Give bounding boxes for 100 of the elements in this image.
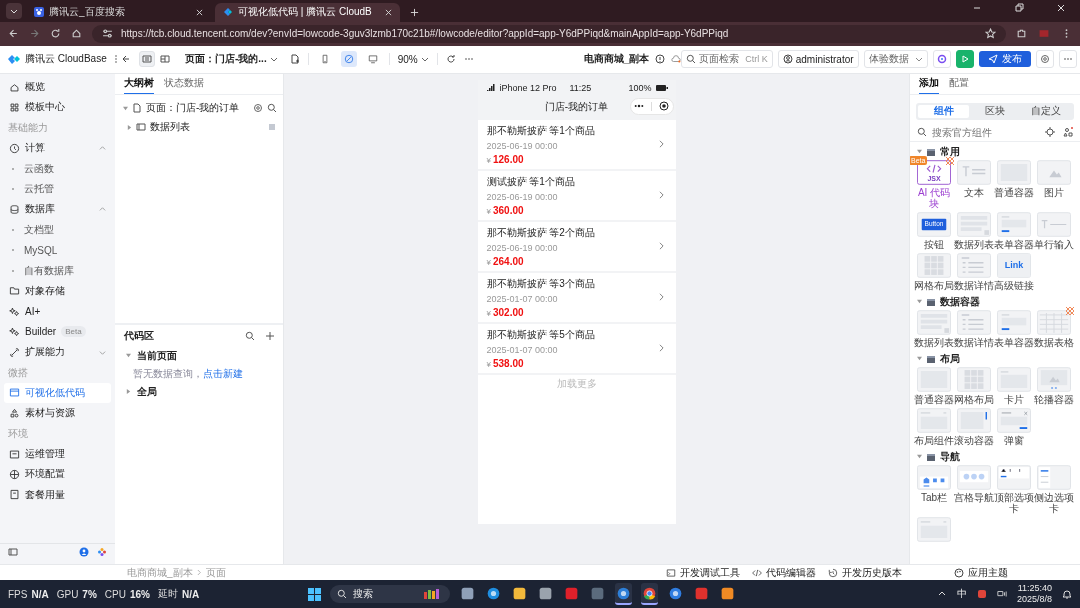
- browser-tab[interactable]: 可视化低代码 | 腾讯云 CloudB: [215, 2, 400, 22]
- cloud-icon[interactable]: [671, 54, 682, 65]
- sidebar-item[interactable]: 模板中心: [4, 97, 111, 118]
- collapse-sidebar-icon[interactable]: [8, 547, 18, 558]
- component-item[interactable]: 网格布局: [954, 366, 994, 405]
- restore-icon[interactable]: [1014, 3, 1024, 13]
- data-select[interactable]: 体验数据: [863, 50, 928, 69]
- info-icon[interactable]: [655, 54, 666, 65]
- taskbar-app[interactable]: [641, 583, 658, 605]
- close-icon[interactable]: [196, 8, 203, 16]
- create-link[interactable]: 点击新建: [203, 366, 243, 381]
- component-item[interactable]: Tab栏: [914, 464, 954, 514]
- new-tab-icon[interactable]: [410, 7, 419, 17]
- shapes-icon[interactable]: [1063, 127, 1073, 138]
- order-card[interactable]: 那不勒斯披萨 等2个商品 2025-06-19 00:00 ¥ 264.00: [477, 221, 676, 271]
- sidebar-subitem[interactable]: MySQL: [4, 240, 111, 261]
- close-icon[interactable]: [385, 8, 392, 16]
- component-item[interactable]: 弹窗: [994, 407, 1034, 446]
- address-bar[interactable]: https://tcb.cloud.tencent.com/dev?envId=lowcode-3guv3lzmb170c21b#/lowcode/editor?appId=app-Y6dPPiqd&mainAppId=app-Y6dPPiqd: [92, 24, 1006, 43]
- browser-tab[interactable]: 腾讯云_百度搜索: [26, 2, 211, 22]
- group-header[interactable]: 导航: [914, 448, 1076, 465]
- component-item[interactable]: 图片: [1034, 159, 1074, 209]
- component-item[interactable]: 普通容器: [914, 366, 954, 405]
- order-card[interactable]: 测试披萨 等1个商品 2025-06-19 00:00 ¥ 360.00: [477, 170, 676, 220]
- sidebar-subitem[interactable]: 云托管: [4, 178, 111, 200]
- add-icon[interactable]: [265, 330, 275, 341]
- flower-icon[interactable]: [97, 547, 107, 558]
- sidebar-item[interactable]: 概览: [4, 76, 111, 98]
- order-card[interactable]: 那不勒斯披萨 等3个商品 2025-01-07 00:00 ¥ 302.00: [477, 272, 676, 322]
- sidebar-item[interactable]: Builder Beta: [4, 321, 111, 342]
- component-item[interactable]: Link 高级链接: [994, 252, 1034, 291]
- panel-tab[interactable]: 配置: [949, 73, 969, 94]
- back-icon[interactable]: [121, 54, 131, 65]
- sidebar-subitem[interactable]: 自有数据库: [4, 260, 111, 281]
- order-card[interactable]: 那不勒斯披萨 等1个商品 2025-06-19 00:00 ¥ 126.00: [477, 119, 676, 169]
- component-item[interactable]: 网格布局: [914, 252, 954, 291]
- sidebar-item[interactable]: 数据库: [4, 199, 111, 220]
- page-select[interactable]: 页面：门店-我的...: [185, 52, 278, 67]
- component-item[interactable]: 表单容器: [994, 309, 1034, 348]
- segment-tab[interactable]: 区块: [969, 104, 1021, 118]
- capsule-menu[interactable]: [629, 97, 674, 115]
- code-group[interactable]: 当前页面: [124, 346, 275, 365]
- component-item[interactable]: 普通容器: [994, 159, 1034, 209]
- windows-start-icon[interactable]: [308, 587, 321, 601]
- reload-icon[interactable]: [50, 28, 61, 40]
- settings-icon[interactable]: [253, 103, 263, 114]
- component-item[interactable]: 侧边选项卡: [1034, 464, 1074, 514]
- group-header[interactable]: 布局: [914, 350, 1076, 367]
- sidebar-item[interactable]: 可视化低代码: [4, 382, 111, 404]
- forward-icon[interactable]: [29, 28, 40, 40]
- sidebar-item[interactable]: 环境配置: [4, 464, 111, 485]
- tab-list-button[interactable]: [6, 2, 22, 19]
- component-item[interactable]: 卡片: [994, 366, 1034, 405]
- target-icon[interactable]: [1045, 127, 1055, 138]
- segment-tab[interactable]: 自定义: [1020, 104, 1072, 118]
- refresh-icon[interactable]: [445, 54, 456, 65]
- component-item[interactable]: 轮播容器: [1034, 366, 1074, 405]
- extensions-icon[interactable]: [1016, 28, 1027, 40]
- code-group[interactable]: 全局: [124, 382, 275, 401]
- search-icon[interactable]: [267, 103, 277, 114]
- app-tray-icon[interactable]: [976, 589, 987, 599]
- component-item[interactable]: 数据表格: [1034, 309, 1074, 348]
- component-item[interactable]: 顶部选项卡: [994, 464, 1034, 514]
- page-search-button[interactable]: 页面检索 Ctrl K: [681, 50, 773, 69]
- component-item[interactable]: 数据详情: [954, 309, 994, 348]
- avatar-icon[interactable]: [79, 547, 89, 558]
- sidebar-item[interactable]: AI+: [4, 301, 111, 322]
- component-item[interactable]: 数据详情: [954, 252, 994, 291]
- preview-button[interactable]: [955, 50, 974, 69]
- component-item[interactable]: 数据列表: [954, 211, 994, 250]
- sidebar-item[interactable]: 套餐用量: [4, 484, 111, 506]
- search-icon[interactable]: [245, 330, 255, 341]
- ai-button[interactable]: [932, 50, 951, 69]
- sidebar-item[interactable]: 对象存储: [4, 280, 111, 302]
- taskbar-app[interactable]: [615, 583, 632, 605]
- star-icon[interactable]: [985, 28, 996, 40]
- input-method[interactable]: 中: [956, 587, 967, 601]
- theme-button[interactable]: 应用主题: [954, 565, 1064, 580]
- sidebar-subitem[interactable]: 云函数: [4, 158, 111, 179]
- component-item[interactable]: 滚动容器: [954, 407, 994, 446]
- component-item[interactable]: 文本: [954, 159, 994, 209]
- component-item[interactable]: 表单容器: [994, 211, 1034, 250]
- sidebar-subitem[interactable]: 文档型: [4, 219, 111, 240]
- group-header[interactable]: 数据容器: [914, 293, 1076, 310]
- panel-tab[interactable]: 添加: [919, 73, 939, 94]
- status-action[interactable]: 开发历史版本: [828, 565, 902, 580]
- panel-tab[interactable]: 状态数据: [164, 73, 204, 94]
- tree-node[interactable]: 数据列表: [123, 117, 277, 137]
- sidebar-item[interactable]: 扩展能力: [4, 341, 111, 363]
- settings-button[interactable]: [1035, 50, 1054, 69]
- home-icon[interactable]: [71, 28, 82, 40]
- component-item[interactable]: 数据列表: [914, 309, 954, 348]
- taskbar-search[interactable]: 搜索: [330, 585, 450, 603]
- tree-node[interactable]: 页面：门店-我的订单: [123, 98, 277, 118]
- status-action[interactable]: 代码编辑器: [752, 565, 816, 580]
- notification-icon[interactable]: [1062, 589, 1072, 599]
- clock[interactable]: 11:25:40 2025/8/8: [1016, 583, 1052, 605]
- sidebar-item[interactable]: 素材与资源: [4, 403, 111, 424]
- sidebar-item[interactable]: 计算: [4, 138, 111, 159]
- component-item[interactable]: 单行输入: [1034, 211, 1074, 250]
